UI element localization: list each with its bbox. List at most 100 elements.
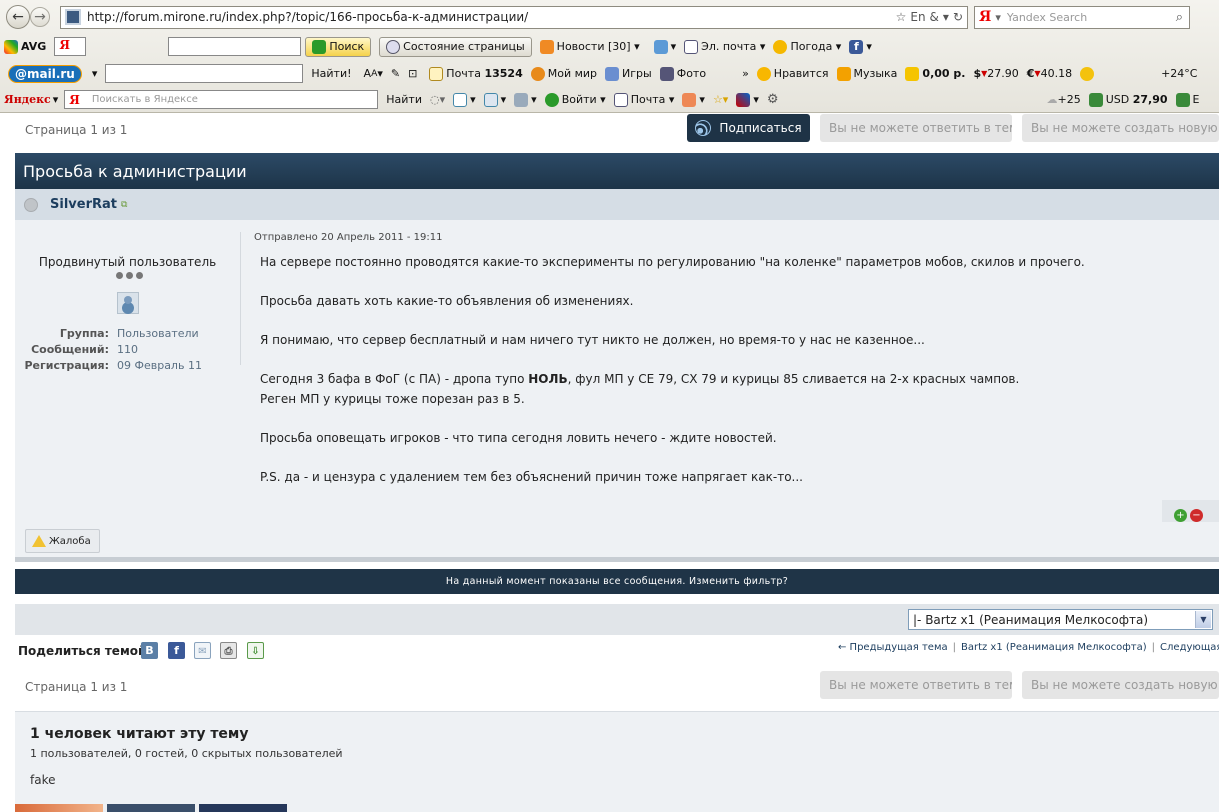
yandex-search-input[interactable]: Я Поискать в Яндексе — [64, 90, 379, 109]
back-button[interactable]: ← — [6, 5, 30, 29]
sun-icon — [773, 39, 788, 54]
yandex-logo[interactable]: Яндекс — [4, 93, 51, 106]
avg-engine-select[interactable]: Я — [54, 37, 87, 56]
search-icon[interactable]: ⌕ — [1176, 10, 1183, 25]
email-share-icon[interactable]: ✉ — [194, 642, 211, 659]
highlight-icon[interactable]: ✎ — [391, 67, 400, 80]
search-engine-dropdown-icon[interactable]: ▾ — [995, 11, 1001, 24]
usd-rate[interactable]: $ ▼ 27.90 — [973, 67, 1018, 80]
banner-image[interactable] — [107, 804, 195, 812]
yandex-find-button[interactable]: Найти — [386, 93, 422, 106]
new-topic-disabled-button: Вы не можете создать новую тему — [1022, 114, 1219, 142]
reload-icon[interactable]: ↻ — [953, 10, 963, 24]
mailru-logo[interactable]: @mail.ru — [8, 64, 82, 83]
mailru-find-button[interactable]: Найти! — [311, 67, 351, 80]
bookmarks-icon[interactable]: ▾ — [514, 92, 537, 107]
avg-search-input[interactable] — [168, 37, 302, 56]
avg-search-button[interactable]: Поиск — [305, 36, 372, 57]
avg-tools-button[interactable]: ▾ — [653, 39, 676, 54]
zoom-icon[interactable]: ⊡ — [408, 67, 417, 80]
email-button[interactable]: Эл. почта ▾ — [684, 39, 765, 54]
subscribe-button[interactable]: Подписаться — [687, 114, 810, 142]
weather-button[interactable]: Погода ▾ — [773, 39, 841, 54]
weather-icon[interactable] — [1080, 66, 1097, 81]
report-button[interactable]: Жалоба — [25, 529, 100, 553]
share-label: Поделиться темой: — [18, 644, 152, 658]
mail-button[interactable]: Почта 13524 — [429, 66, 523, 81]
forum-link[interactable]: Bartz x1 (Реанимация Мелкософта) — [961, 642, 1147, 653]
yandex-weather[interactable]: ☁ +25 — [1047, 93, 1081, 106]
bookmark-star-icon[interactable]: ☆ — [896, 10, 907, 24]
at-icon — [756, 66, 771, 81]
services-icon[interactable]: ▾ — [682, 92, 705, 107]
translate-icon[interactable]: ▾ — [483, 92, 506, 107]
next-topic-link[interactable]: Следующая тема — [1160, 642, 1219, 653]
url-text[interactable]: http://forum.mirone.ru/index.php?/topic/… — [87, 10, 896, 24]
mailru-menu-icon[interactable]: ▾ — [92, 67, 98, 80]
post-author-link[interactable]: SilverRat — [50, 197, 117, 212]
camera-icon — [659, 66, 674, 81]
post-paragraph: P.S. да - и цензура с удалением тем без … — [260, 469, 803, 484]
cube-icon[interactable]: ▾ — [736, 92, 759, 107]
font-size-icon[interactable]: A A ▾ — [364, 67, 383, 80]
news-button[interactable]: Новости [30] ▾ — [539, 39, 640, 54]
browser-search-box[interactable]: Я ▾ Yandex Search ⌕ — [974, 5, 1190, 29]
post-paragraph: Просьба давать хоть какие-то объявления … — [260, 294, 634, 308]
more-chevron[interactable]: » — [742, 67, 749, 80]
rss-feed-icon — [539, 39, 554, 54]
pagination-bottom: Страница 1 из 1 — [25, 680, 128, 694]
forum-jump-select[interactable]: |- Bartz x1 (Реанимация Мелкософта) ▼ — [908, 609, 1213, 630]
active-user-link[interactable]: fake — [30, 773, 55, 787]
balance-button[interactable]: 0,00 р. — [905, 66, 965, 81]
new-topic-disabled-button-bottom: Вы не можете создать новую тему — [1022, 671, 1219, 699]
photo-button[interactable]: Фото — [659, 66, 706, 81]
site-favicon-icon — [65, 9, 81, 25]
usd-rate-yandex[interactable]: USD 27,90 — [1088, 92, 1168, 107]
my-world-button[interactable]: Мой мир — [530, 66, 597, 81]
gear-icon[interactable]: ⚙ — [767, 92, 779, 107]
page-status-button[interactable]: Состояние страницы — [379, 36, 532, 57]
language-icon[interactable]: En — [910, 10, 925, 24]
filter-notice[interactable]: На данный момент показаны все сообщения.… — [15, 569, 1219, 594]
facebook-toolbar-button[interactable]: f ▾ — [849, 39, 872, 54]
yandex-y-icon: Я — [69, 92, 80, 107]
temperature[interactable]: +24°C — [1161, 67, 1197, 80]
search-placeholder[interactable]: Yandex Search — [1007, 11, 1176, 24]
post-paragraph: Сегодня 3 бафа в ФоГ (с ПА) - дропа тупо… — [260, 372, 1020, 386]
spellcheck-icon[interactable]: ▾ — [453, 92, 476, 107]
download-icon[interactable]: ⇩ — [247, 642, 264, 659]
rep-plus-icon[interactable]: + — [1174, 508, 1187, 522]
mailru-toolbar: @mail.ru ▾ Найти! A A ▾ ✎ ⊡ Почта 13524 Мо… — [0, 61, 1219, 86]
mailru-search-input[interactable] — [105, 64, 304, 83]
facebook-share-icon[interactable]: f — [168, 642, 185, 659]
chart-icon — [1088, 92, 1103, 107]
games-button[interactable]: Игры — [605, 66, 652, 81]
vk-share-icon[interactable]: В — [141, 642, 158, 659]
speech-bubble-icon[interactable]: ◌▾ — [430, 93, 445, 106]
avg-logo[interactable]: AVG — [4, 39, 46, 54]
rss-icon — [695, 120, 712, 136]
envelope-icon — [429, 66, 444, 81]
yandex-mail-button[interactable]: Почта ▾ — [613, 92, 674, 107]
favorites-star-icon[interactable]: ☆▾ — [713, 93, 728, 106]
profile-link-icon[interactable]: ⧉ — [121, 200, 127, 210]
chevron-down-icon[interactable]: ▼ — [1195, 611, 1211, 628]
extra-rate[interactable]: E — [1175, 92, 1200, 107]
yandex-menu-icon[interactable]: ▾ — [53, 93, 59, 106]
forward-button[interactable]: → — [30, 7, 50, 27]
music-button[interactable]: Музыка — [836, 66, 897, 81]
eur-rate[interactable]: € ▼ 40.18 — [1027, 67, 1072, 80]
address-bar[interactable]: http://forum.mirone.ru/index.php?/topic/… — [60, 5, 968, 29]
post-paragraph: Я понимаю, что сервер бесплатный и нам н… — [260, 333, 925, 347]
prev-topic-link[interactable]: ← Предыдущая тема — [838, 642, 948, 653]
banner-image[interactable] — [199, 804, 287, 812]
likes-button[interactable]: Нравится — [756, 66, 829, 81]
dropdown-arrow-icon[interactable]: ▾ — [943, 10, 949, 24]
print-icon[interactable]: ⎙ — [220, 642, 237, 659]
ampersand-icon[interactable]: & — [930, 10, 939, 24]
login-button[interactable]: Войти ▾ — [544, 92, 606, 107]
banner-image[interactable] — [15, 804, 103, 812]
avatar[interactable] — [117, 292, 139, 314]
rep-minus-icon[interactable]: − — [1190, 508, 1203, 522]
active-users-title: 1 человек читают эту тему — [30, 726, 249, 742]
